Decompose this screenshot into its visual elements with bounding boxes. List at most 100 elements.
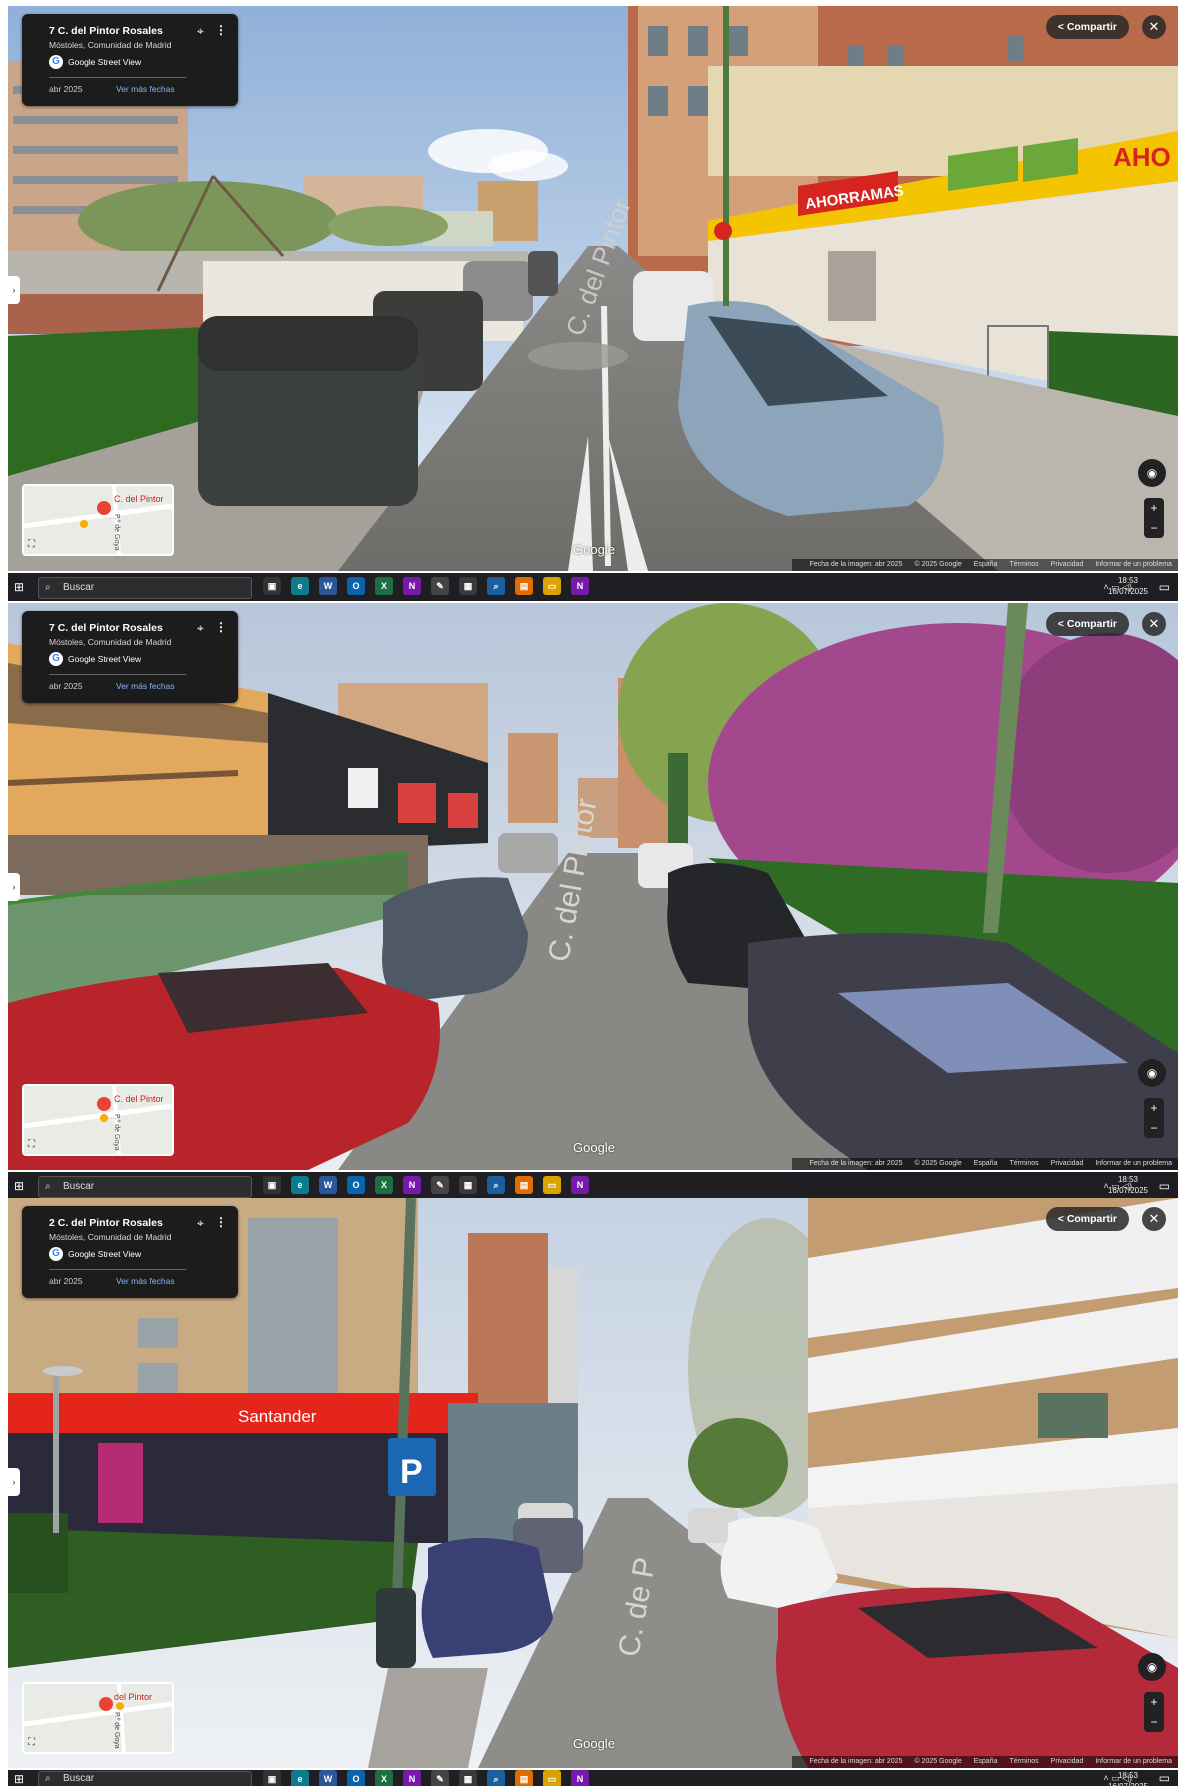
excel-icon[interactable]: X — [375, 1770, 393, 1786]
file-explorer-icon[interactable]: ▭ — [543, 1770, 561, 1786]
minimap[interactable]: C. del Pintor P.º de Goya ⛶ — [22, 1084, 174, 1156]
outlook-icon[interactable]: O — [347, 577, 365, 595]
paint-icon[interactable]: ✎ — [431, 1770, 449, 1786]
edge-icon[interactable]: e — [291, 1176, 309, 1194]
expand-map-icon[interactable]: ⛶ — [28, 1737, 35, 1748]
excel-icon[interactable]: X — [375, 577, 393, 595]
compass-icon[interactable]: ◉ — [1138, 1059, 1166, 1087]
magnifier-icon[interactable]: ⌕ — [487, 1176, 505, 1194]
onenote-2-icon[interactable]: N — [571, 577, 589, 595]
calculator-icon[interactable]: ▦ — [459, 1176, 477, 1194]
more-options-icon[interactable]: ⋮ — [215, 620, 227, 634]
paint-icon[interactable]: ✎ — [431, 577, 449, 595]
more-dates-link[interactable]: Ver más fechas — [116, 681, 175, 691]
calculator-icon[interactable]: ▦ — [459, 1770, 477, 1786]
zoom-out-icon[interactable]: − — [1144, 518, 1164, 538]
outlook-icon[interactable]: O — [347, 1176, 365, 1194]
street-view-panel-3[interactable]: Santander C. de P P 2 C. del Pintor Rosa… — [8, 1198, 1178, 1768]
compass-icon[interactable]: ◉ — [1138, 1653, 1166, 1681]
more-dates-link[interactable]: Ver más fechas — [116, 1276, 175, 1286]
edge-icon[interactable]: e — [291, 577, 309, 595]
edge-icon[interactable]: e — [291, 1770, 309, 1786]
close-icon[interactable]: ✕ — [1142, 612, 1166, 636]
magnifier-icon[interactable]: ⌕ — [487, 1770, 505, 1786]
street-view-panel-2[interactable]: C. del Pintor 7 C. del Pintor Rosales Mó… — [8, 603, 1178, 1170]
calculator-icon[interactable]: ▦ — [459, 577, 477, 595]
photos-icon[interactable]: ▤ — [515, 577, 533, 595]
task-view-icon[interactable]: ▣ — [263, 577, 281, 595]
zoom-out-icon[interactable]: − — [1144, 1118, 1164, 1138]
more-dates-link[interactable]: Ver más fechas — [116, 84, 175, 94]
excel-icon[interactable]: X — [375, 1176, 393, 1194]
expand-panel-icon[interactable]: › — [8, 1468, 20, 1496]
onenote-icon[interactable]: N — [403, 1176, 421, 1194]
share-button[interactable]: < Compartir — [1045, 612, 1129, 636]
privacy-link[interactable]: Privacidad — [1051, 1160, 1084, 1167]
close-icon[interactable]: ✕ — [1142, 15, 1166, 39]
privacy-link[interactable]: Privacidad — [1051, 1758, 1084, 1765]
onenote-icon[interactable]: N — [403, 577, 421, 595]
expand-panel-icon[interactable]: › — [8, 873, 20, 901]
onenote-2-icon[interactable]: N — [571, 1176, 589, 1194]
word-icon[interactable]: W — [319, 577, 337, 595]
zoom-in-icon[interactable]: + — [1144, 498, 1164, 518]
country-link[interactable]: España — [974, 1758, 998, 1765]
more-options-icon[interactable]: ⋮ — [215, 23, 227, 37]
file-explorer-icon[interactable]: ▭ — [543, 577, 561, 595]
windows-start-icon[interactable]: ⊞ — [14, 1772, 28, 1786]
taskbar-search[interactable]: ⌕ Buscar — [38, 1771, 252, 1786]
magnifier-icon[interactable]: ⌕ — [487, 577, 505, 595]
share-button[interactable]: < Compartir — [1045, 1207, 1129, 1231]
zoom-in-icon[interactable]: + — [1144, 1692, 1164, 1712]
notifications-icon[interactable]: ▭ — [1159, 580, 1170, 594]
compass-icon[interactable]: ◉ — [1138, 459, 1166, 487]
clock[interactable]: 18:5316/07/2025 — [1108, 1174, 1148, 1196]
country-link[interactable]: España — [974, 1160, 998, 1167]
report-link[interactable]: Informar de un problema — [1095, 1758, 1172, 1765]
terms-link[interactable]: Términos — [1009, 1160, 1038, 1167]
terms-link[interactable]: Términos — [1009, 561, 1038, 568]
task-view-icon[interactable]: ▣ — [263, 1176, 281, 1194]
zoom-control[interactable]: + − — [1144, 498, 1164, 538]
location-pin-icon[interactable]: ⌖ — [197, 621, 204, 636]
paint-icon[interactable]: ✎ — [431, 1176, 449, 1194]
notifications-icon[interactable]: ▭ — [1159, 1179, 1170, 1193]
expand-map-icon[interactable]: ⛶ — [28, 1139, 35, 1150]
file-explorer-icon[interactable]: ▭ — [543, 1176, 561, 1194]
windows-start-icon[interactable]: ⊞ — [14, 580, 28, 594]
more-options-icon[interactable]: ⋮ — [215, 1215, 227, 1229]
location-pin-icon[interactable]: ⌖ — [197, 24, 204, 39]
country-link[interactable]: España — [974, 561, 998, 568]
taskbar-search[interactable]: ⌕ Buscar — [38, 1176, 252, 1198]
clock[interactable]: 18:5316/07/2025 — [1108, 1770, 1148, 1786]
notifications-icon[interactable]: ▭ — [1159, 1771, 1170, 1785]
photos-icon[interactable]: ▤ — [515, 1770, 533, 1786]
street-view-panel-1[interactable]: AHORRAMAS AHO C. del Pintor 7 C. del Pin… — [8, 6, 1178, 571]
privacy-link[interactable]: Privacidad — [1051, 561, 1084, 568]
onenote-2-icon[interactable]: N — [571, 1770, 589, 1786]
expand-map-icon[interactable]: ⛶ — [28, 539, 35, 550]
zoom-in-icon[interactable]: + — [1144, 1098, 1164, 1118]
outlook-icon[interactable]: O — [347, 1770, 365, 1786]
expand-panel-icon[interactable]: › — [8, 276, 20, 304]
terms-link[interactable]: Términos — [1009, 1758, 1038, 1765]
word-icon[interactable]: W — [319, 1770, 337, 1786]
report-link[interactable]: Informar de un problema — [1095, 1160, 1172, 1167]
word-icon[interactable]: W — [319, 1176, 337, 1194]
windows-start-icon[interactable]: ⊞ — [14, 1179, 28, 1193]
photos-icon[interactable]: ▤ — [515, 1176, 533, 1194]
close-icon[interactable]: ✕ — [1142, 1207, 1166, 1231]
zoom-control[interactable]: + − — [1144, 1692, 1164, 1732]
onenote-icon[interactable]: N — [403, 1770, 421, 1786]
minimap[interactable]: del Pintor P.º de Goya ⛶ — [22, 1682, 174, 1754]
minimap[interactable]: C. del Pintor P.º de Goya ⛶ — [22, 484, 174, 556]
report-link[interactable]: Informar de un problema — [1095, 561, 1172, 568]
task-view-icon[interactable]: ▣ — [263, 1770, 281, 1786]
location-title: 2 C. del Pintor Rosales — [49, 1217, 163, 1229]
zoom-control[interactable]: + − — [1144, 1098, 1164, 1138]
share-button[interactable]: < Compartir — [1045, 15, 1129, 39]
zoom-out-icon[interactable]: − — [1144, 1712, 1164, 1732]
location-pin-icon[interactable]: ⌖ — [197, 1216, 204, 1231]
taskbar-search[interactable]: ⌕ Buscar — [38, 577, 252, 599]
clock[interactable]: 18:5316/07/2025 — [1108, 575, 1148, 597]
